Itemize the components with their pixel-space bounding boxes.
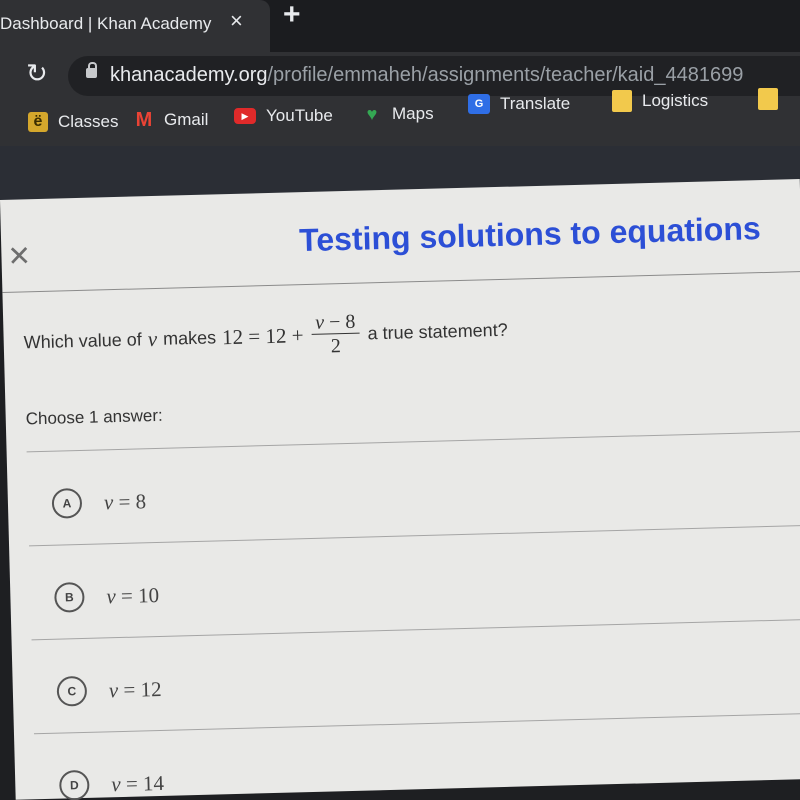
bookmark-label: Maps bbox=[392, 104, 434, 123]
answer-choice-c[interactable]: C v = 12 bbox=[56, 674, 162, 707]
bookmark-label: YouTube bbox=[266, 106, 333, 125]
divider bbox=[26, 430, 800, 453]
choose-label: Choose 1 answer: bbox=[25, 405, 163, 429]
answer-choice-b[interactable]: B v = 10 bbox=[54, 580, 159, 613]
choice-text: v = 8 bbox=[103, 488, 147, 514]
bookmark-label: Classes bbox=[58, 112, 119, 131]
tab-close-icon[interactable]: × bbox=[230, 8, 243, 34]
lock-icon[interactable] bbox=[86, 62, 97, 78]
choice-letter-a: A bbox=[51, 487, 83, 519]
choice-letter-c: C bbox=[56, 675, 88, 707]
choice-letter-b: B bbox=[54, 581, 85, 613]
question-middle: makes bbox=[162, 327, 217, 349]
bookmark-label: Logistics bbox=[642, 91, 709, 110]
bookmark-label: Gmail bbox=[164, 110, 209, 129]
divider bbox=[2, 270, 800, 293]
reload-icon[interactable]: ↻ bbox=[26, 58, 48, 89]
url-path: /profile/emmaheh/assignments/teacher/kai… bbox=[267, 64, 744, 86]
equation-lhs: 12 = 12 + bbox=[221, 323, 304, 350]
fraction: v − 8 2 bbox=[310, 310, 360, 359]
new-tab-icon[interactable]: + bbox=[283, 0, 301, 32]
bookmark-gmail[interactable]: M Gmail bbox=[134, 108, 209, 131]
question-text: Which value of v makes 12 = 12 + v − 8 2… bbox=[23, 307, 508, 367]
exercise-page: ✕ Testing solutions to equations Which v… bbox=[0, 179, 800, 800]
tab-strip: Dashboard | Khan Academy × + bbox=[0, 0, 800, 52]
divider bbox=[33, 712, 800, 735]
bookmark-logistics[interactable]: Logistics bbox=[612, 90, 708, 112]
bookmark-folder[interactable] bbox=[758, 88, 788, 110]
bookmark-translate[interactable]: G Translate bbox=[468, 94, 570, 114]
gmail-icon: M bbox=[135, 108, 153, 131]
url-host: khanacademy.org bbox=[110, 64, 268, 86]
answer-choice-d[interactable]: D v = 14 bbox=[58, 768, 165, 800]
bookmark-classes[interactable]: ë Classes bbox=[28, 112, 118, 132]
choice-text: v = 12 bbox=[108, 676, 162, 702]
choice-text: v = 14 bbox=[111, 770, 165, 796]
question-prefix: Which value of bbox=[23, 329, 143, 353]
url-text[interactable]: khanacademy.org/profile/emmaheh/assignme… bbox=[110, 64, 743, 87]
bookmark-maps[interactable]: ♥ Maps bbox=[362, 104, 434, 124]
youtube-icon: ▶ bbox=[234, 108, 256, 124]
bookmarks-bar: ë Classes M Gmail ▶ YouTube ♥ Maps G Tra… bbox=[0, 88, 800, 146]
divider bbox=[29, 524, 800, 547]
browser-tab-active[interactable]: Dashboard | Khan Academy × bbox=[0, 0, 270, 52]
close-icon[interactable]: ✕ bbox=[7, 239, 31, 273]
classes-icon: ë bbox=[28, 112, 48, 132]
fraction-numerator: v − 8 bbox=[310, 310, 360, 335]
maps-icon: ♥ bbox=[366, 103, 378, 124]
choice-letter-d: D bbox=[58, 769, 90, 800]
fraction-denominator: 2 bbox=[330, 335, 342, 358]
answer-choice-a[interactable]: A v = 8 bbox=[51, 486, 147, 519]
bookmark-label: Translate bbox=[500, 94, 571, 113]
tab-title: Dashboard | Khan Academy bbox=[0, 14, 212, 33]
question-variable: v bbox=[147, 326, 158, 352]
question-suffix: a true statement? bbox=[367, 319, 508, 344]
folder-icon bbox=[612, 90, 632, 112]
divider bbox=[31, 618, 800, 641]
bookmark-youtube[interactable]: ▶ YouTube bbox=[234, 106, 333, 126]
translate-icon: G bbox=[468, 94, 490, 114]
folder-icon bbox=[758, 88, 778, 110]
exercise-title: Testing solutions to equations bbox=[298, 210, 762, 259]
choice-text: v = 10 bbox=[106, 582, 160, 608]
